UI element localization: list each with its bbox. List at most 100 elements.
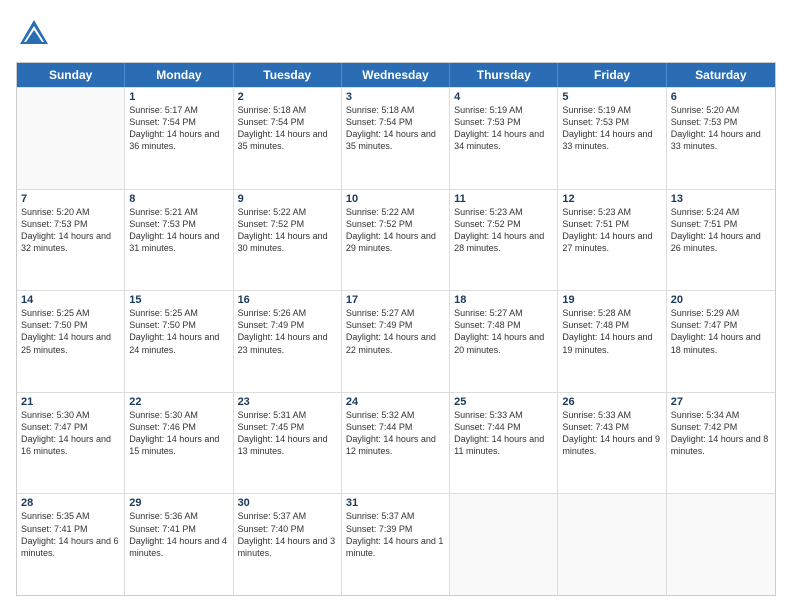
day-number: 17	[346, 294, 445, 306]
calendar-cell: 16Sunrise: 5:26 AM Sunset: 7:49 PM Dayli…	[234, 291, 342, 392]
cell-text: Sunrise: 5:22 AM Sunset: 7:52 PM Dayligh…	[346, 206, 445, 255]
logo-icon	[16, 16, 52, 52]
day-number: 25	[454, 396, 553, 408]
day-number: 21	[21, 396, 120, 408]
day-number: 7	[21, 193, 120, 205]
calendar-cell: 28Sunrise: 5:35 AM Sunset: 7:41 PM Dayli…	[17, 494, 125, 595]
logo	[16, 16, 56, 52]
day-number: 4	[454, 91, 553, 103]
calendar-cell: 5Sunrise: 5:19 AM Sunset: 7:53 PM Daylig…	[558, 88, 666, 189]
day-number: 19	[562, 294, 661, 306]
cell-text: Sunrise: 5:26 AM Sunset: 7:49 PM Dayligh…	[238, 307, 337, 356]
cell-text: Sunrise: 5:35 AM Sunset: 7:41 PM Dayligh…	[21, 510, 120, 559]
calendar-cell: 13Sunrise: 5:24 AM Sunset: 7:51 PM Dayli…	[667, 190, 775, 291]
day-number: 20	[671, 294, 771, 306]
day-number: 24	[346, 396, 445, 408]
cell-text: Sunrise: 5:20 AM Sunset: 7:53 PM Dayligh…	[21, 206, 120, 255]
cell-text: Sunrise: 5:19 AM Sunset: 7:53 PM Dayligh…	[562, 104, 661, 153]
header-day-sunday: Sunday	[17, 63, 125, 87]
day-number: 8	[129, 193, 228, 205]
calendar-cell	[558, 494, 666, 595]
cell-text: Sunrise: 5:36 AM Sunset: 7:41 PM Dayligh…	[129, 510, 228, 559]
calendar-cell	[667, 494, 775, 595]
calendar-cell: 18Sunrise: 5:27 AM Sunset: 7:48 PM Dayli…	[450, 291, 558, 392]
cell-text: Sunrise: 5:31 AM Sunset: 7:45 PM Dayligh…	[238, 409, 337, 458]
calendar-cell: 12Sunrise: 5:23 AM Sunset: 7:51 PM Dayli…	[558, 190, 666, 291]
day-number: 11	[454, 193, 553, 205]
day-number: 16	[238, 294, 337, 306]
calendar-cell: 27Sunrise: 5:34 AM Sunset: 7:42 PM Dayli…	[667, 393, 775, 494]
header-day-monday: Monday	[125, 63, 233, 87]
header-day-saturday: Saturday	[667, 63, 775, 87]
cell-text: Sunrise: 5:18 AM Sunset: 7:54 PM Dayligh…	[346, 104, 445, 153]
calendar-cell: 31Sunrise: 5:37 AM Sunset: 7:39 PM Dayli…	[342, 494, 450, 595]
day-number: 28	[21, 497, 120, 509]
calendar-cell: 17Sunrise: 5:27 AM Sunset: 7:49 PM Dayli…	[342, 291, 450, 392]
header-day-tuesday: Tuesday	[234, 63, 342, 87]
calendar-cell	[17, 88, 125, 189]
calendar-cell: 20Sunrise: 5:29 AM Sunset: 7:47 PM Dayli…	[667, 291, 775, 392]
calendar-cell: 22Sunrise: 5:30 AM Sunset: 7:46 PM Dayli…	[125, 393, 233, 494]
calendar-cell: 10Sunrise: 5:22 AM Sunset: 7:52 PM Dayli…	[342, 190, 450, 291]
calendar-cell: 21Sunrise: 5:30 AM Sunset: 7:47 PM Dayli…	[17, 393, 125, 494]
cell-text: Sunrise: 5:32 AM Sunset: 7:44 PM Dayligh…	[346, 409, 445, 458]
cell-text: Sunrise: 5:28 AM Sunset: 7:48 PM Dayligh…	[562, 307, 661, 356]
calendar-row-3: 14Sunrise: 5:25 AM Sunset: 7:50 PM Dayli…	[17, 290, 775, 392]
calendar-cell: 9Sunrise: 5:22 AM Sunset: 7:52 PM Daylig…	[234, 190, 342, 291]
day-number: 14	[21, 294, 120, 306]
calendar: SundayMondayTuesdayWednesdayThursdayFrid…	[16, 62, 776, 596]
day-number: 29	[129, 497, 228, 509]
calendar-cell: 19Sunrise: 5:28 AM Sunset: 7:48 PM Dayli…	[558, 291, 666, 392]
day-number: 2	[238, 91, 337, 103]
cell-text: Sunrise: 5:25 AM Sunset: 7:50 PM Dayligh…	[21, 307, 120, 356]
cell-text: Sunrise: 5:27 AM Sunset: 7:48 PM Dayligh…	[454, 307, 553, 356]
calendar-body: 1Sunrise: 5:17 AM Sunset: 7:54 PM Daylig…	[17, 87, 775, 595]
day-number: 18	[454, 294, 553, 306]
cell-text: Sunrise: 5:33 AM Sunset: 7:43 PM Dayligh…	[562, 409, 661, 458]
calendar-row-2: 7Sunrise: 5:20 AM Sunset: 7:53 PM Daylig…	[17, 189, 775, 291]
cell-text: Sunrise: 5:29 AM Sunset: 7:47 PM Dayligh…	[671, 307, 771, 356]
cell-text: Sunrise: 5:22 AM Sunset: 7:52 PM Dayligh…	[238, 206, 337, 255]
calendar-cell: 7Sunrise: 5:20 AM Sunset: 7:53 PM Daylig…	[17, 190, 125, 291]
cell-text: Sunrise: 5:17 AM Sunset: 7:54 PM Dayligh…	[129, 104, 228, 153]
day-number: 26	[562, 396, 661, 408]
day-number: 1	[129, 91, 228, 103]
day-number: 22	[129, 396, 228, 408]
cell-text: Sunrise: 5:27 AM Sunset: 7:49 PM Dayligh…	[346, 307, 445, 356]
calendar-cell: 1Sunrise: 5:17 AM Sunset: 7:54 PM Daylig…	[125, 88, 233, 189]
cell-text: Sunrise: 5:19 AM Sunset: 7:53 PM Dayligh…	[454, 104, 553, 153]
header-day-wednesday: Wednesday	[342, 63, 450, 87]
cell-text: Sunrise: 5:33 AM Sunset: 7:44 PM Dayligh…	[454, 409, 553, 458]
calendar-cell	[450, 494, 558, 595]
day-number: 3	[346, 91, 445, 103]
calendar-cell: 11Sunrise: 5:23 AM Sunset: 7:52 PM Dayli…	[450, 190, 558, 291]
page: SundayMondayTuesdayWednesdayThursdayFrid…	[0, 0, 792, 612]
cell-text: Sunrise: 5:23 AM Sunset: 7:52 PM Dayligh…	[454, 206, 553, 255]
calendar-row-1: 1Sunrise: 5:17 AM Sunset: 7:54 PM Daylig…	[17, 87, 775, 189]
calendar-cell: 29Sunrise: 5:36 AM Sunset: 7:41 PM Dayli…	[125, 494, 233, 595]
header-day-thursday: Thursday	[450, 63, 558, 87]
day-number: 30	[238, 497, 337, 509]
cell-text: Sunrise: 5:24 AM Sunset: 7:51 PM Dayligh…	[671, 206, 771, 255]
cell-text: Sunrise: 5:21 AM Sunset: 7:53 PM Dayligh…	[129, 206, 228, 255]
calendar-row-4: 21Sunrise: 5:30 AM Sunset: 7:47 PM Dayli…	[17, 392, 775, 494]
calendar-cell: 25Sunrise: 5:33 AM Sunset: 7:44 PM Dayli…	[450, 393, 558, 494]
cell-text: Sunrise: 5:20 AM Sunset: 7:53 PM Dayligh…	[671, 104, 771, 153]
day-number: 5	[562, 91, 661, 103]
calendar-cell: 23Sunrise: 5:31 AM Sunset: 7:45 PM Dayli…	[234, 393, 342, 494]
calendar-header: SundayMondayTuesdayWednesdayThursdayFrid…	[17, 63, 775, 87]
calendar-cell: 6Sunrise: 5:20 AM Sunset: 7:53 PM Daylig…	[667, 88, 775, 189]
cell-text: Sunrise: 5:23 AM Sunset: 7:51 PM Dayligh…	[562, 206, 661, 255]
header	[16, 16, 776, 52]
day-number: 9	[238, 193, 337, 205]
cell-text: Sunrise: 5:30 AM Sunset: 7:46 PM Dayligh…	[129, 409, 228, 458]
calendar-cell: 30Sunrise: 5:37 AM Sunset: 7:40 PM Dayli…	[234, 494, 342, 595]
calendar-cell: 2Sunrise: 5:18 AM Sunset: 7:54 PM Daylig…	[234, 88, 342, 189]
cell-text: Sunrise: 5:18 AM Sunset: 7:54 PM Dayligh…	[238, 104, 337, 153]
day-number: 23	[238, 396, 337, 408]
calendar-cell: 4Sunrise: 5:19 AM Sunset: 7:53 PM Daylig…	[450, 88, 558, 189]
day-number: 6	[671, 91, 771, 103]
calendar-row-5: 28Sunrise: 5:35 AM Sunset: 7:41 PM Dayli…	[17, 493, 775, 595]
cell-text: Sunrise: 5:25 AM Sunset: 7:50 PM Dayligh…	[129, 307, 228, 356]
cell-text: Sunrise: 5:37 AM Sunset: 7:40 PM Dayligh…	[238, 510, 337, 559]
